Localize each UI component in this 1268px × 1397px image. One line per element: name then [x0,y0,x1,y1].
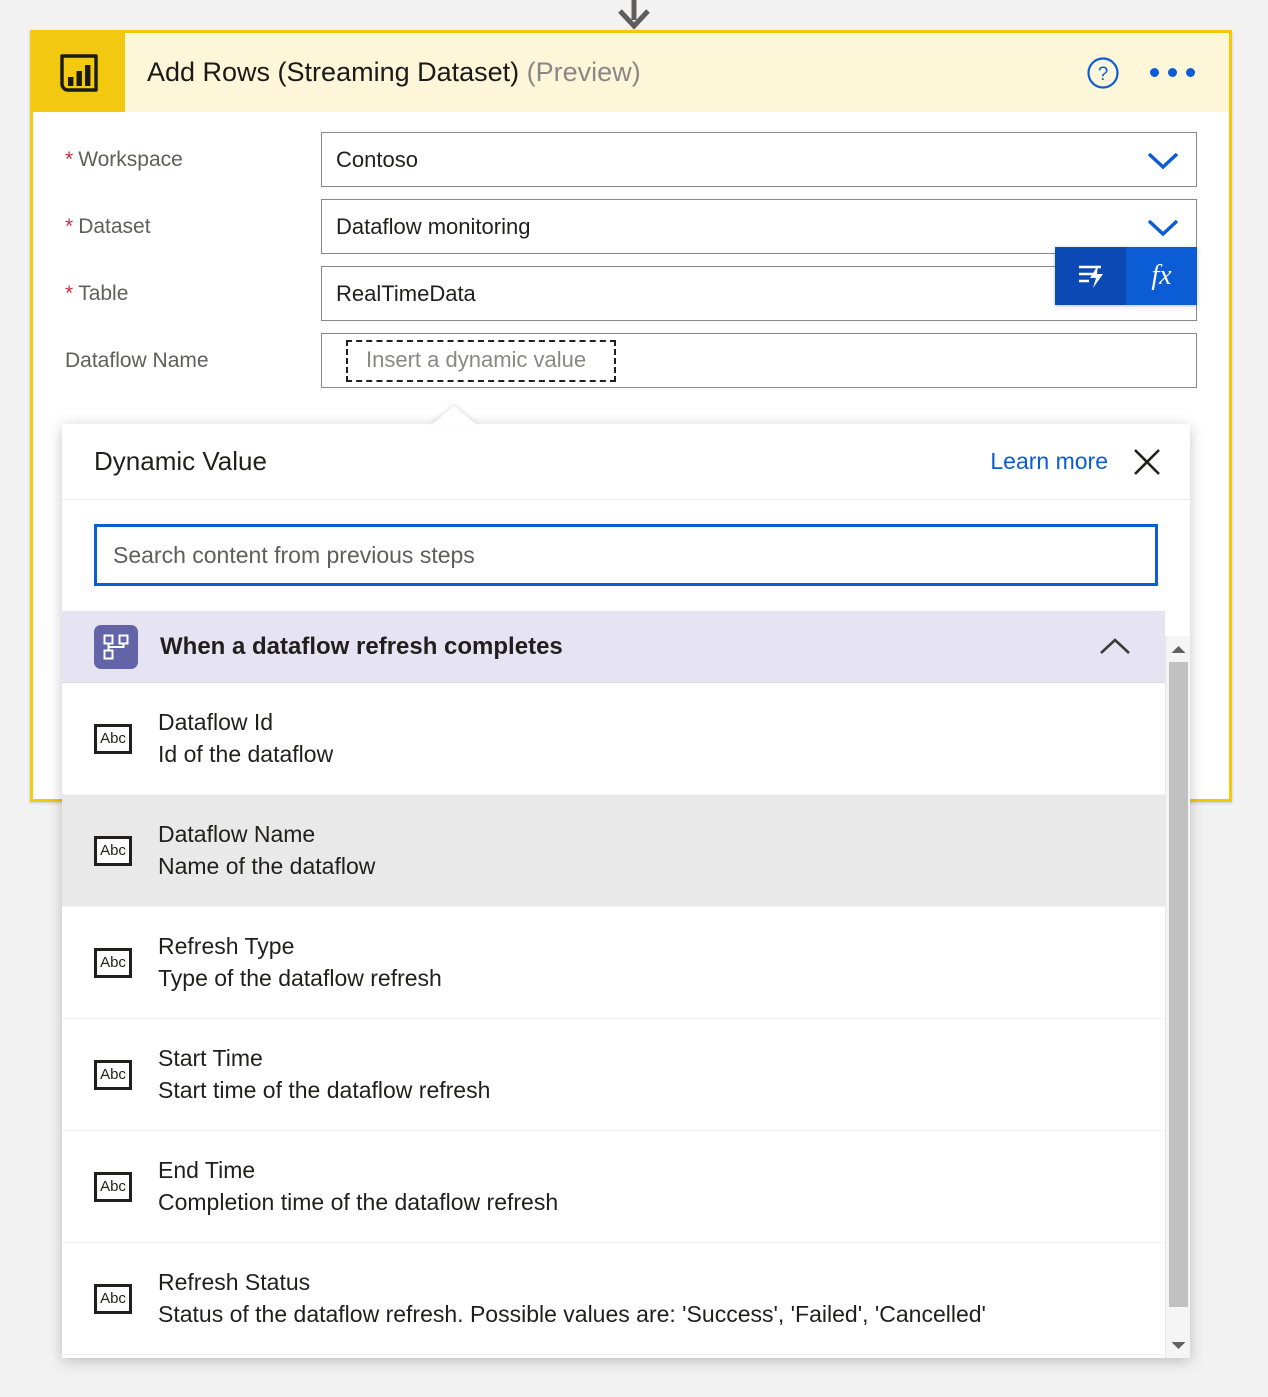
more-ellipsis-icon[interactable] [1146,58,1199,87]
list-item-text: Refresh Type Type of the dataflow refres… [158,931,442,994]
insert-dynamic-value-placeholder[interactable]: Insert a dynamic value [346,339,617,382]
list-item-title: Dataflow Name [158,820,316,847]
label-text-dataflow-name: Dataflow Name [65,349,209,372]
field-label-dataflow-name: Dataflow Name [65,333,321,373]
list-item[interactable]: Abc Dataflow Id Id of the dataflow [62,683,1165,795]
list-item-title: Dataflow Id [158,708,274,735]
abc-text-icon: Abc [94,947,132,978]
dataflow-trigger-icon [94,624,138,669]
list-item[interactable]: Abc Dataflow Name Name of the dataflow [62,795,1165,907]
label-text-dataset: Dataset [78,215,151,238]
list-item[interactable]: Abc Refresh Type Type of the dataflow re… [62,907,1165,1019]
close-icon[interactable] [1130,445,1164,479]
list-item-description: Completion time of the dataflow refresh [158,1188,559,1215]
abc-label: Abc [100,842,126,859]
dataflow-name-input[interactable]: Insert a dynamic value [321,333,1197,388]
list-item-title: End Time [158,1156,256,1183]
action-card-header: Add Rows (Streaming Dataset) (Preview) ? [33,33,1229,112]
down-arrow-icon [618,0,650,30]
dynamic-list-scrollbar[interactable] [1165,636,1190,1358]
dynamic-panel-header-actions: Learn more [990,445,1164,479]
preview-badge: (Preview) [526,57,641,87]
scroll-up-arrow-icon[interactable] [1166,636,1190,662]
dynamic-content-toolbar: fx [1055,247,1197,305]
dynamic-panel-title: Dynamic Value [94,446,267,476]
abc-text-icon: Abc [94,1059,132,1090]
group-label: When a dataflow refresh completes [160,632,563,660]
form-row-dataset: * Dataset Dataflow monitoring [33,199,1229,254]
label-text-table: Table [78,282,129,305]
dynamic-panel-callout-arrow [430,406,478,426]
list-item-title: Start Time [158,1044,263,1071]
list-item-text: Refresh Status Status of the dataflow re… [158,1267,986,1330]
table-value: RealTimeData [336,280,476,306]
list-item-text: Start Time Start time of the dataflow re… [158,1043,490,1106]
card-header-actions: ? [1086,56,1229,90]
abc-text-icon: Abc [94,1171,132,1202]
form-row-table: * Table RealTimeData fx [33,247,1229,321]
chevron-down-icon[interactable] [1144,215,1182,239]
list-item-text: Dataflow Id Id of the dataflow [158,707,333,770]
dynamic-panel-header: Dynamic Value Learn more [62,424,1190,500]
list-item-description: Type of the dataflow refresh [158,964,442,991]
list-item-description: Id of the dataflow [158,740,334,767]
abc-label: Abc [100,1178,126,1195]
form-row-dataflow-name: Dataflow Name Insert a dynamic value [33,333,1229,388]
list-item[interactable]: Abc End Time Completion time of the data… [62,1131,1165,1243]
required-asterisk: * [65,282,74,305]
list-item-text: End Time Completion time of the dataflow… [158,1155,558,1218]
fx-label: fx [1151,260,1172,291]
dataset-value: Dataflow monitoring [336,213,531,239]
svg-text:?: ? [1098,64,1109,85]
chevron-up-icon[interactable] [1095,635,1135,659]
dynamic-value-list: When a dataflow refresh completes Abc Da… [62,611,1190,1355]
dataset-dropdown[interactable]: Dataflow monitoring [321,199,1197,254]
list-item[interactable]: Abc Start Time Start time of the dataflo… [62,1019,1165,1131]
dynamic-content-lightning-icon[interactable] [1055,247,1126,305]
list-item-description: Start time of the dataflow refresh [158,1076,491,1103]
form-row-workspace: * Workspace Contoso [33,132,1229,187]
expression-fx-button[interactable]: fx [1126,247,1197,305]
dynamic-value-panel: Dynamic Value Learn more Search content … [62,424,1190,1358]
abc-text-icon: Abc [94,723,132,754]
chevron-down-icon[interactable] [1144,148,1182,172]
search-input[interactable] [94,524,1158,586]
abc-label: Abc [100,1066,126,1083]
required-asterisk: * [65,215,74,238]
learn-more-link[interactable]: Learn more [990,448,1108,475]
abc-label: Abc [100,1290,126,1307]
help-circle-icon[interactable]: ? [1086,56,1120,90]
list-item-description: Status of the dataflow refresh. Possible… [158,1300,986,1327]
scrollbar-thumb[interactable] [1169,662,1188,1307]
workspace-dropdown[interactable]: Contoso [321,132,1197,187]
list-item[interactable]: Abc Refresh Status Status of the dataflo… [62,1243,1165,1355]
list-item-text: Dataflow Name Name of the dataflow [158,819,375,882]
abc-label: Abc [100,730,126,747]
field-label-dataset: * Dataset [65,199,321,239]
power-bi-icon [33,33,125,112]
scroll-down-arrow-icon[interactable] [1166,1332,1190,1358]
abc-label: Abc [100,954,126,971]
abc-text-icon: Abc [94,1283,132,1314]
abc-text-icon: Abc [94,835,132,866]
list-item-title: Refresh Type [158,932,295,959]
list-item-title: Refresh Status [158,1268,311,1295]
action-card-title: Add Rows (Streaming Dataset) (Preview) [147,57,641,88]
table-input[interactable]: RealTimeData fx [321,247,1197,321]
workspace-value: Contoso [336,146,418,172]
dynamic-panel-search-wrap [62,500,1190,611]
action-title-text: Add Rows (Streaming Dataset) [147,57,520,87]
list-item-description: Name of the dataflow [158,852,376,879]
group-header-dataflow-trigger[interactable]: When a dataflow refresh completes [62,611,1165,683]
field-label-workspace: * Workspace [65,132,321,172]
label-text-workspace: Workspace [78,148,183,171]
action-form: * Workspace Contoso * Dataset Dataflow mon… [33,112,1229,388]
field-label-table: * Table [65,266,321,306]
required-asterisk: * [65,148,74,171]
flow-connector [0,0,1268,30]
